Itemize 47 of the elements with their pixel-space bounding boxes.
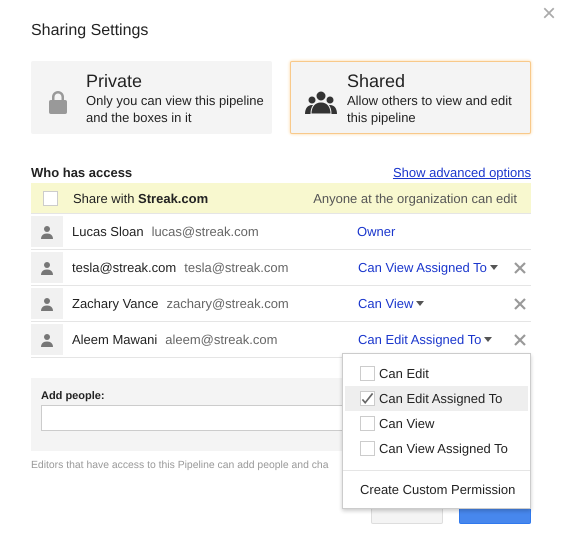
option-description: Only you can view this pipeline and the boxes in it (86, 92, 265, 126)
permission-dropdown[interactable]: Can View (358, 296, 514, 311)
advanced-options-link[interactable]: Show advanced options (392, 165, 531, 180)
menu-item-label: Can View Assigned To (379, 441, 508, 456)
menu-item[interactable]: Can View (345, 411, 528, 436)
share-label: Share with Streak.com (73, 190, 210, 206)
add-people-label: Add people: (41, 390, 105, 402)
caret-icon (484, 337, 492, 342)
person-name: tesla@streak.com (72, 260, 176, 275)
person-email: tesla@streak.com (184, 260, 290, 275)
sharing-option-card[interactable]: Private Only you can view this pipeline and the boxes in it (31, 61, 272, 134)
avatar-icon (31, 216, 63, 247)
person-email: zachary@streak.com (166, 296, 290, 311)
person-email: lucas@streak.com (152, 224, 260, 239)
remove-icon[interactable] (514, 334, 526, 346)
section-heading: Who has access (31, 165, 132, 180)
menu-item-label: Can View (379, 416, 434, 431)
avatar-icon (31, 252, 63, 283)
menu-item-label: Can Edit Assigned To (379, 391, 502, 406)
remove-icon[interactable] (514, 298, 526, 310)
person-email: aleem@streak.com (165, 332, 278, 347)
option-title: Private (86, 70, 144, 92)
menu-item[interactable]: Can Edit (345, 361, 528, 386)
footnote: Editors that have access to this Pipeline can add people and cha (31, 460, 330, 471)
checkbox[interactable] (43, 190, 58, 206)
permission-dropdown[interactable]: Can View Assigned To (358, 260, 514, 275)
menu-item[interactable]: Can Edit Assigned To (345, 386, 528, 411)
option-title: Shared (347, 70, 406, 92)
menu-item[interactable]: Can View Assigned To (345, 436, 528, 461)
people-icon (304, 90, 338, 114)
sharing-option-card[interactable]: Shared Allow others to view and edit this pipeline (290, 61, 531, 134)
option-description: Allow others to view and edit this pipeline (347, 92, 513, 126)
remove-icon[interactable] (514, 262, 526, 274)
lock-icon (48, 90, 68, 114)
menu-item-label: Can Edit (379, 366, 429, 381)
permission-label: Owner (357, 224, 396, 239)
permission-dropdown[interactable]: Can Edit Assigned To (358, 332, 514, 347)
person-name: Lucas Sloan (72, 224, 144, 239)
avatar-icon (31, 324, 63, 355)
dialog-title: Sharing Settings (31, 22, 150, 41)
avatar-icon (31, 288, 63, 319)
organization-note: Anyone at the organization can edit (313, 190, 517, 206)
menu-item[interactable]: Create Custom Permission (345, 476, 528, 502)
caret-icon (490, 265, 498, 270)
person-name: Aleem Mawani (72, 332, 158, 347)
caret-icon (416, 301, 424, 306)
person-name: Zachary Vance (72, 296, 158, 311)
